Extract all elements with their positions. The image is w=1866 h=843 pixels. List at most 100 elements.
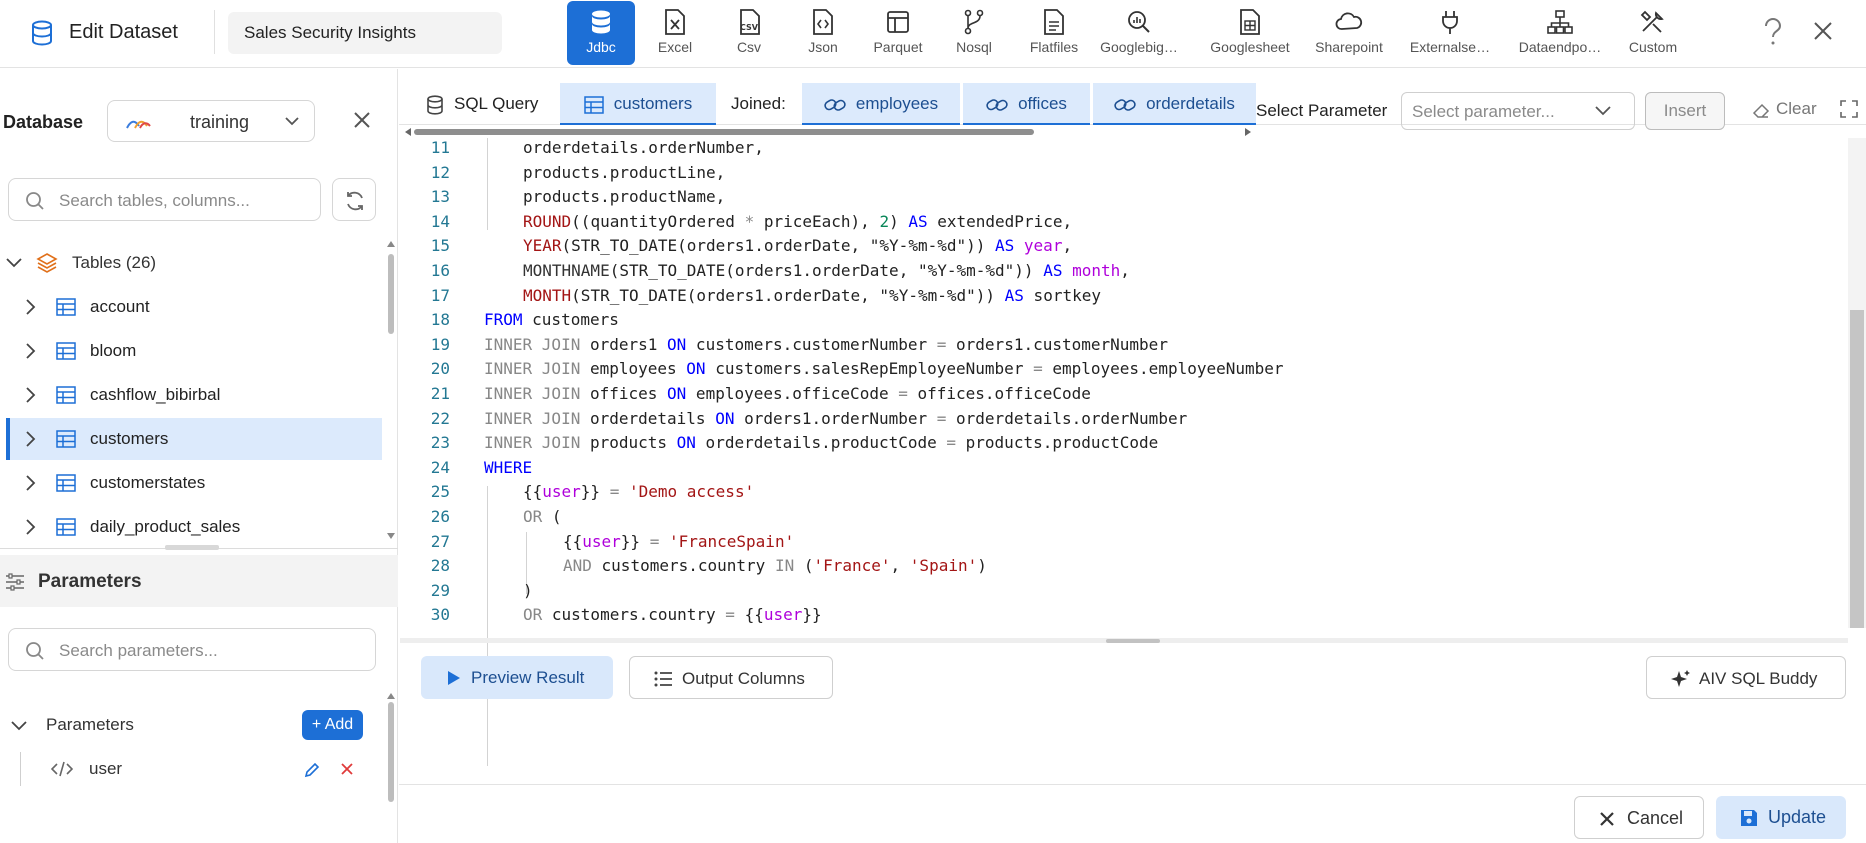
resize-handle[interactable] xyxy=(1106,639,1160,643)
pencil-icon[interactable] xyxy=(303,761,321,779)
add-parameter-button[interactable]: + Add xyxy=(302,710,363,740)
tables-group-header[interactable]: Tables (26) xyxy=(0,250,380,276)
chevron-right-icon xyxy=(26,299,36,315)
connector-googlebigquery[interactable]: Googlebig… xyxy=(1099,1,1179,65)
connector-flatfiles[interactable]: Flatfiles xyxy=(1015,1,1093,65)
line-number: 13 xyxy=(430,187,450,207)
table-name: customers xyxy=(90,429,169,448)
layers-icon xyxy=(36,253,58,273)
tables-scrollbar[interactable] xyxy=(387,240,395,540)
table-name: customerstates xyxy=(90,473,206,492)
connector-label: Googlesheet xyxy=(1210,39,1290,55)
code-line: YEAR(STR_TO_DATE(orders1.orderDate, "%Y-… xyxy=(523,236,1073,256)
list-icon xyxy=(654,671,672,687)
close-icon[interactable] xyxy=(352,110,372,130)
table-item-daily-product-sales[interactable]: daily_product_sales xyxy=(6,506,382,542)
table-icon xyxy=(56,518,76,536)
code-line: {{user}} = 'FranceSpain' xyxy=(563,531,795,551)
line-number: 29 xyxy=(430,580,450,600)
connector-label: Json xyxy=(808,39,838,55)
tabs-horizontal-scrollbar[interactable] xyxy=(404,128,1252,136)
table-item-cashflow[interactable]: cashflow_bibirbal xyxy=(6,374,382,416)
line-number: 14 xyxy=(430,211,450,231)
connector-externalservice[interactable]: Externalse… xyxy=(1405,1,1495,65)
table-item-bloom[interactable]: bloom xyxy=(6,330,382,372)
preview-label: Preview Result xyxy=(471,668,585,687)
network-icon xyxy=(1547,10,1573,34)
nosql-icon xyxy=(964,9,984,35)
table-item-customers[interactable]: customers xyxy=(6,418,382,460)
scroll-thumb[interactable] xyxy=(414,129,1034,135)
line-number: 24 xyxy=(430,457,450,477)
table-item-account[interactable]: account xyxy=(6,286,382,328)
editor-vertical-scrollbar[interactable] xyxy=(1848,138,1866,628)
chevron-down-icon xyxy=(1595,106,1611,116)
page-title: Edit Dataset xyxy=(69,21,178,43)
connector-parquet[interactable]: Parquet xyxy=(863,1,933,65)
connector-csv[interactable]: CSV Csv xyxy=(715,1,783,65)
connector-custom[interactable]: Custom xyxy=(1615,1,1691,65)
parameter-search-input[interactable]: Search parameters... xyxy=(8,628,376,671)
parameter-select[interactable]: Select parameter... xyxy=(1401,92,1635,130)
insert-button[interactable]: Insert xyxy=(1645,92,1725,130)
clear-button[interactable]: Clear xyxy=(1752,99,1817,119)
connector-nosql[interactable]: Nosql xyxy=(939,1,1009,65)
dataset-name-field[interactable]: Sales Security Insights xyxy=(228,12,502,54)
tools-icon xyxy=(1640,10,1664,33)
connector-label: Custom xyxy=(1628,39,1678,55)
table-icon xyxy=(56,298,76,316)
tab-sql-query[interactable]: SQL Query xyxy=(420,83,558,125)
table-item-customerstates[interactable]: customerstates xyxy=(6,462,382,504)
sql-editor[interactable]: 11 12 13 14 15 16 17 18 19 20 21 22 23 2… xyxy=(400,138,1866,766)
scroll-up-icon xyxy=(387,693,395,699)
output-columns-button[interactable]: Output Columns xyxy=(629,656,833,699)
connector-sharepoint[interactable]: Sharepoint xyxy=(1308,1,1390,65)
sql-buddy-button[interactable]: AIV SQL Buddy xyxy=(1646,656,1846,699)
tab-customers[interactable]: customers xyxy=(560,83,716,125)
help-icon[interactable] xyxy=(1762,18,1784,46)
tab-label: SQL Query xyxy=(454,94,539,113)
database-label: Database xyxy=(3,112,84,132)
code-line: OR customers.country = {{user}} xyxy=(523,605,822,625)
editor-resize-bar[interactable] xyxy=(400,638,1848,643)
joined-label: Joined: xyxy=(731,94,786,113)
svg-text:CSV: CSV xyxy=(740,23,759,32)
connector-dataendpoint[interactable]: Dataendpo… xyxy=(1515,1,1605,65)
connector-json[interactable]: Json xyxy=(789,1,857,65)
fullscreen-icon[interactable] xyxy=(1840,100,1858,118)
line-number: 17 xyxy=(430,285,450,305)
close-icon[interactable] xyxy=(1812,20,1834,42)
tab-orderdetails[interactable]: orderdetails xyxy=(1093,83,1256,125)
update-label: Update xyxy=(1768,807,1827,827)
connector-googlesheet[interactable]: Googlesheet xyxy=(1205,1,1295,65)
scroll-thumb[interactable] xyxy=(388,254,394,334)
eraser-icon xyxy=(1752,103,1770,118)
connector-label: Externalse… xyxy=(1409,39,1491,55)
table-search-input[interactable]: Search tables, columns... xyxy=(8,178,321,221)
refresh-button[interactable] xyxy=(332,178,376,221)
connector-excel[interactable]: Excel xyxy=(641,1,709,65)
line-number: 16 xyxy=(430,261,450,280)
delete-icon[interactable] xyxy=(339,761,355,777)
parameter-item-user[interactable]: user xyxy=(20,752,380,786)
scroll-thumb[interactable] xyxy=(1850,310,1864,628)
tab-label: orderdetails xyxy=(1146,94,1235,113)
line-number: 23 xyxy=(430,433,450,453)
tab-offices[interactable]: offices xyxy=(963,83,1090,125)
tab-employees[interactable]: employees xyxy=(802,83,960,125)
scroll-thumb[interactable] xyxy=(388,702,394,802)
footer-divider xyxy=(399,784,1866,785)
table-name: cashflow_bibirbal xyxy=(90,385,221,404)
cancel-button[interactable]: Cancel xyxy=(1574,796,1704,839)
search-icon xyxy=(26,642,44,660)
splitter-handle[interactable] xyxy=(165,545,219,550)
line-number: 28 xyxy=(430,556,450,576)
parameters-scrollbar[interactable] xyxy=(387,692,395,812)
code-line: INNER JOIN orders1 ON customers.customer… xyxy=(484,334,1168,354)
connector-jdbc[interactable]: Jdbc xyxy=(567,1,635,65)
database-icon xyxy=(427,94,443,115)
update-button[interactable]: Update xyxy=(1716,796,1846,839)
tab-label: employees xyxy=(855,94,939,113)
preview-result-button[interactable]: Preview Result xyxy=(421,656,613,699)
database-select[interactable]: training xyxy=(107,100,315,142)
